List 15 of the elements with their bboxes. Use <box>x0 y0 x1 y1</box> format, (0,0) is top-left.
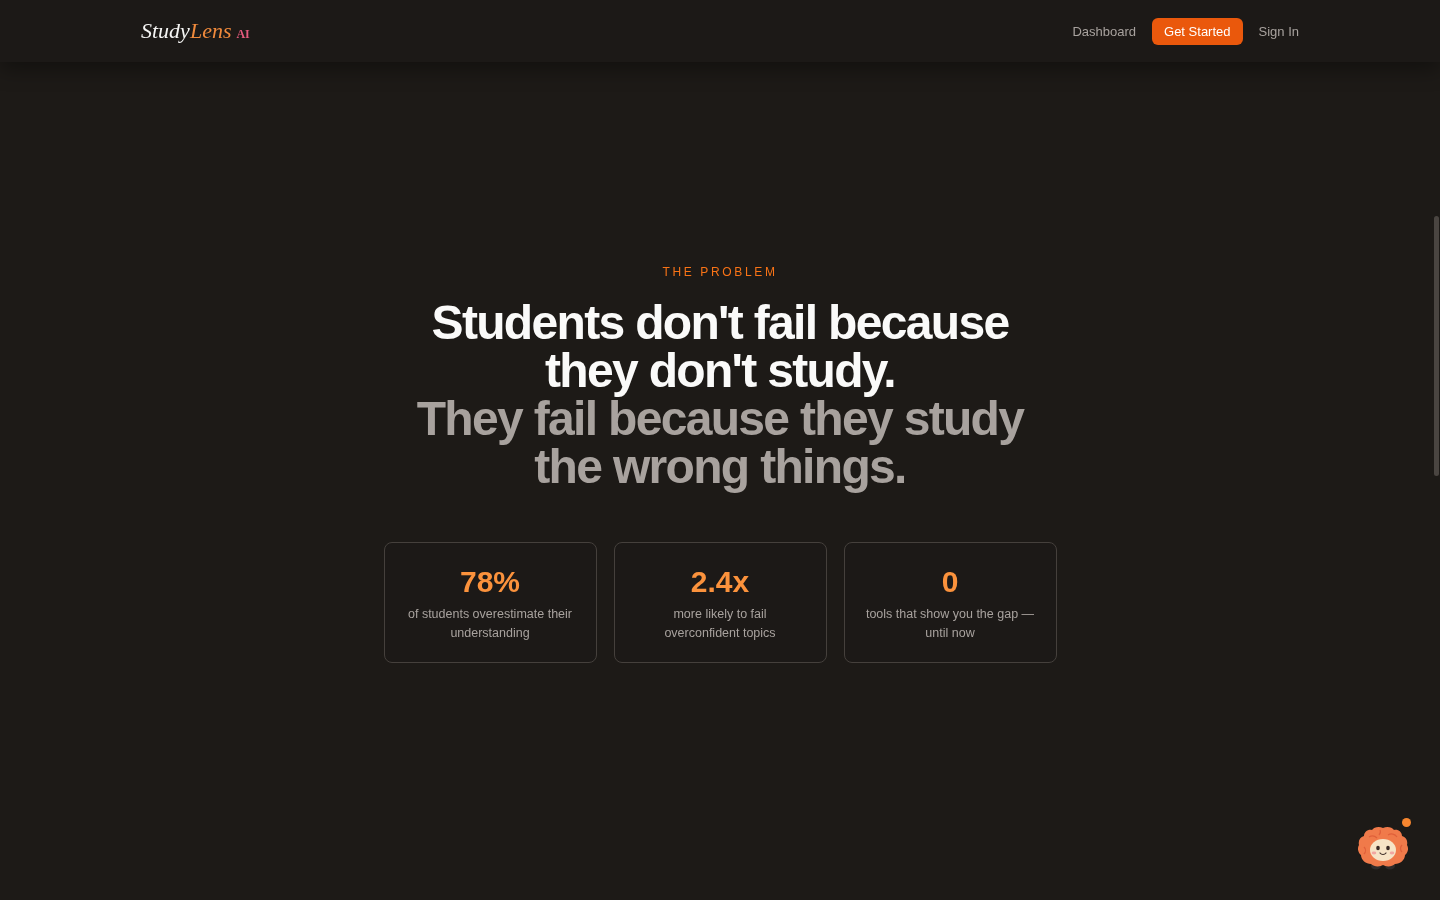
brain-mascot-icon <box>1358 825 1408 871</box>
logo-wordmark[interactable]: StudyLens <box>141 18 232 44</box>
stat-label: of students overestimate their understanding <box>407 606 573 642</box>
nav-link[interactable]: Dashboard <box>1072 23 1137 39</box>
stat-value: 0 <box>941 565 959 599</box>
stat-value: 2.4x <box>690 565 750 599</box>
section-eyebrow: THE PROBLEM <box>662 265 778 279</box>
scrollbar-thumb[interactable] <box>1434 216 1439 476</box>
stat-value: 78% <box>459 565 520 599</box>
headline: Students don't fail because they don't study. <box>430 299 1010 395</box>
nav-link[interactable]: Sign In <box>1258 23 1299 39</box>
stat-label: tools that show you the gap — until now <box>865 606 1035 642</box>
get-started-button[interactable]: Get Started <box>1152 17 1243 45</box>
stat-label: more likely to fail overconfident topics <box>663 606 777 642</box>
logo-suffix-label: AI <box>236 27 250 41</box>
